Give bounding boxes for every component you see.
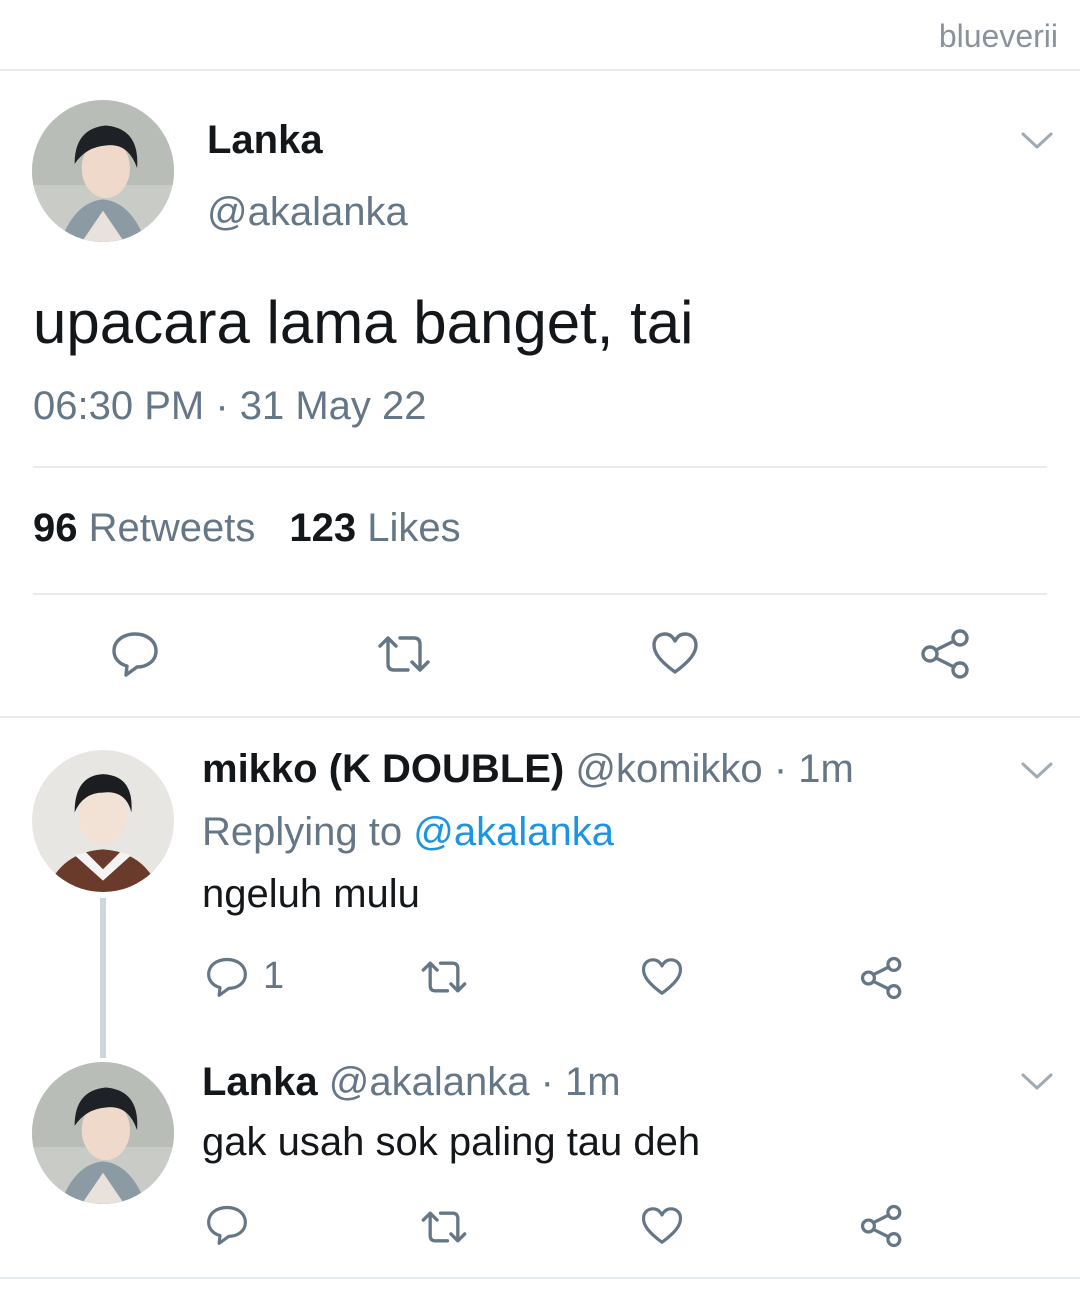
chevron-down-icon[interactable] [1020, 760, 1054, 782]
reply-header: mikko (K DOUBLE) @komikko · 1m [202, 747, 854, 792]
like-button[interactable] [640, 956, 684, 997]
avatar[interactable] [32, 1062, 174, 1204]
share-button[interactable] [860, 956, 904, 1000]
reply-author-name[interactable]: mikko (K DOUBLE) [202, 747, 564, 791]
tweet-text: upacara lama banget, tai [33, 289, 694, 356]
like-button[interactable] [640, 1205, 684, 1246]
share-button[interactable] [920, 628, 972, 680]
retweet-icon [421, 961, 467, 993]
share-icon [860, 956, 902, 1000]
mention-link[interactable]: @akalanka [413, 810, 614, 854]
avatar-image [32, 100, 174, 242]
reply-button[interactable] [205, 1204, 249, 1246]
replying-to-label: Replying to [202, 810, 403, 854]
reply-icon [112, 632, 158, 677]
reply-text: ngeluh mulu [202, 872, 420, 916]
retweet-button[interactable] [418, 958, 470, 996]
like-button[interactable] [650, 630, 700, 676]
separator: · [540, 1060, 554, 1104]
divider [33, 593, 1047, 595]
reply-time[interactable]: 1m [798, 747, 854, 791]
author-name[interactable]: Lanka [207, 118, 323, 163]
reply-icon [207, 1205, 247, 1245]
avatar[interactable] [32, 100, 174, 242]
tweet-stats: 96 Retweets 123 Likes [33, 506, 461, 551]
retweet-icon [378, 636, 430, 672]
share-icon [860, 1204, 902, 1248]
divider [0, 1277, 1080, 1279]
like-label: Likes [367, 506, 461, 550]
share-icon [921, 629, 969, 679]
heart-icon [652, 632, 698, 674]
share-button[interactable] [860, 1204, 904, 1248]
chevron-down-icon[interactable] [1020, 130, 1054, 152]
retweet-button[interactable] [374, 632, 434, 676]
retweet-count: 96 [33, 506, 78, 550]
like-count: 123 [289, 506, 357, 550]
like-stat[interactable]: 123 Likes [289, 506, 460, 550]
retweet-label: Retweets [88, 506, 256, 550]
avatar[interactable] [32, 750, 174, 892]
reply-button[interactable]: 1 [205, 955, 284, 998]
reply-icon [207, 957, 247, 997]
author-handle[interactable]: @akalanka [207, 190, 408, 235]
reply-author-handle[interactable]: @akalanka [329, 1060, 530, 1104]
reply-button[interactable] [110, 630, 160, 678]
divider [0, 69, 1080, 71]
reply-time[interactable]: 1m [565, 1060, 621, 1104]
chevron-down-icon[interactable] [1020, 1071, 1054, 1093]
avatar-image [32, 1062, 174, 1204]
retweet-button[interactable] [418, 1208, 470, 1246]
replying-to: Replying to @akalanka [202, 810, 614, 855]
reply-author-name[interactable]: Lanka [202, 1060, 318, 1104]
thread-line [100, 898, 106, 1058]
watermark: blueverii [938, 18, 1058, 54]
heart-icon [641, 1207, 683, 1244]
reply-author-handle[interactable]: @komikko [575, 747, 762, 791]
avatar-image [32, 750, 174, 892]
tweet-timestamp[interactable]: 06:30 PM · 31 May 22 [33, 384, 427, 429]
retweet-stat[interactable]: 96 Retweets [33, 506, 255, 550]
divider [0, 716, 1080, 718]
retweet-icon [421, 1211, 467, 1243]
reply-header: Lanka @akalanka · 1m [202, 1060, 621, 1105]
separator: · [773, 747, 788, 791]
heart-icon [641, 958, 683, 995]
reply-text: gak usah sok paling tau deh [202, 1120, 701, 1164]
divider [33, 466, 1047, 468]
reply-count: 1 [263, 955, 285, 997]
